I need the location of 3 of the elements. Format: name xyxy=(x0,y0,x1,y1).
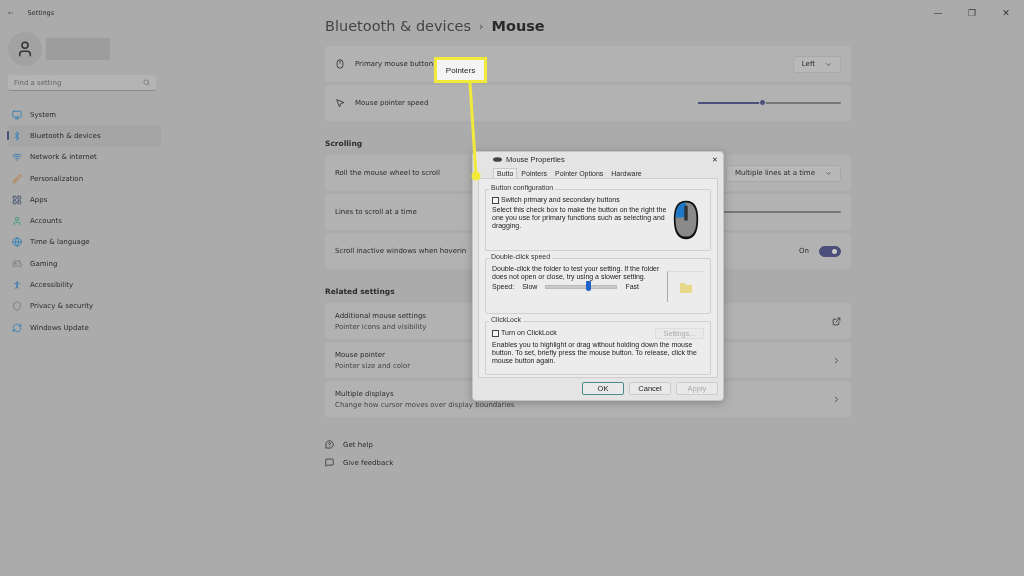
breadcrumb-separator: › xyxy=(479,19,484,33)
page-title: Mouse xyxy=(491,18,545,34)
callout-label: Pointers xyxy=(434,57,487,83)
